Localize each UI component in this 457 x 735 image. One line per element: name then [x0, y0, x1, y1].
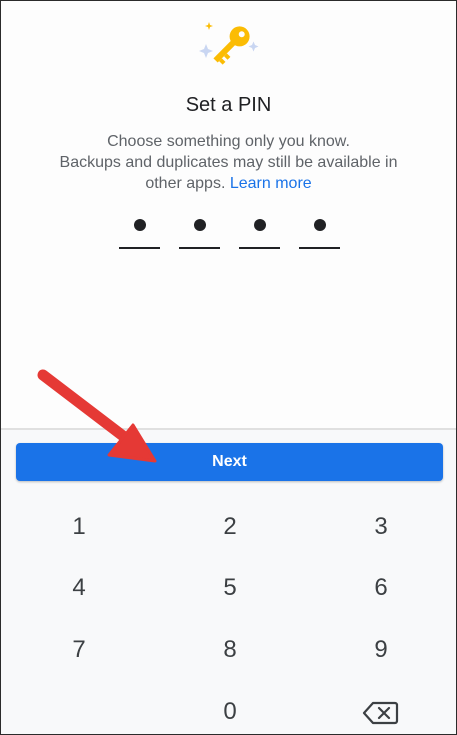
key-4[interactable]: 4	[39, 566, 119, 610]
pin-entry-field[interactable]	[119, 213, 343, 249]
pin-digit-slot	[179, 213, 220, 249]
pin-description: Choose something only you know. Backups …	[41, 131, 416, 194]
key-8[interactable]: 8	[190, 628, 270, 672]
description-text: other apps.	[145, 175, 226, 192]
page-title: Set a PIN	[185, 94, 272, 116]
description-line: other apps. Learn more	[41, 173, 416, 194]
description-line: Backups and duplicates may still be avai…	[59, 154, 398, 171]
pin-digit-slot	[299, 213, 340, 249]
key-3[interactable]: 3	[341, 505, 421, 549]
key-1[interactable]: 1	[39, 505, 119, 549]
next-button[interactable]: Next	[16, 443, 443, 481]
key-5[interactable]: 5	[190, 566, 270, 610]
app-window: Set a PIN Choose something only you know…	[0, 0, 457, 735]
key-icon	[199, 22, 259, 65]
pin-dot	[254, 219, 266, 231]
key-9[interactable]: 9	[341, 628, 421, 672]
pin-dot	[194, 219, 206, 231]
pin-digit-slot	[239, 213, 280, 249]
description-line: Choose something only you know.	[107, 133, 350, 150]
pin-dot	[314, 219, 326, 231]
key-7[interactable]: 7	[39, 628, 119, 672]
pin-digit-slot	[119, 213, 160, 249]
pin-dot	[134, 219, 146, 231]
key-0[interactable]: 0	[190, 690, 270, 734]
key-2[interactable]: 2	[190, 505, 270, 549]
pin-setup-panel: Set a PIN Choose something only you know…	[1, 1, 456, 429]
key-6[interactable]: 6	[341, 566, 421, 610]
learn-more-link[interactable]: Learn more	[230, 175, 312, 192]
backspace-icon[interactable]	[361, 698, 401, 728]
